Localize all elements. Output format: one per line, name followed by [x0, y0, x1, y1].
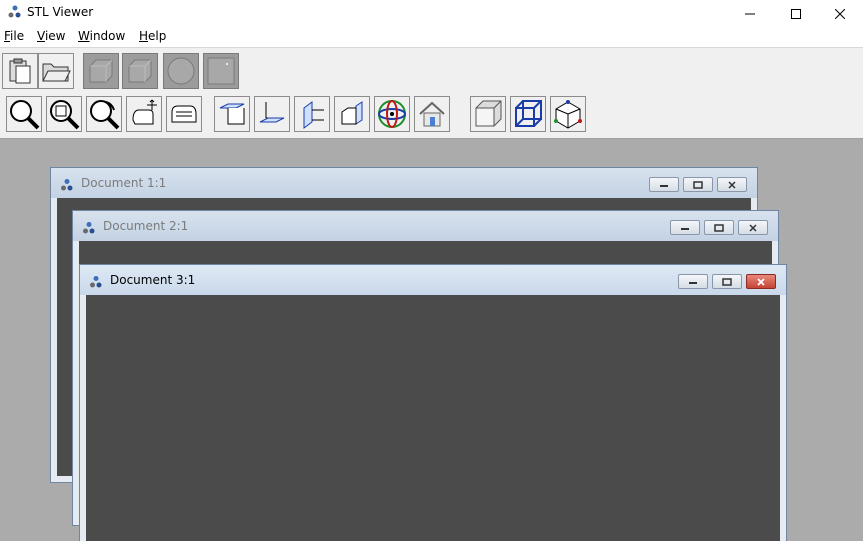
box-button[interactable] — [83, 53, 119, 89]
document-icon — [61, 179, 73, 191]
document-title: Document 1:1 — [81, 176, 167, 190]
menu-view[interactable]: View — [37, 29, 65, 43]
sphere-gray-icon — [167, 57, 195, 85]
pan-icon — [132, 99, 157, 125]
view-right-icon — [341, 101, 363, 125]
sphere-button[interactable] — [163, 53, 199, 89]
axis-button[interactable] — [550, 96, 586, 132]
paste-icon — [9, 58, 31, 84]
zoom-dynamic-button[interactable] — [86, 96, 122, 132]
view-home-button[interactable] — [414, 96, 450, 132]
square-gray-icon — [207, 57, 235, 85]
close-icon — [728, 180, 736, 189]
paste-button[interactable] — [2, 53, 38, 89]
document-icon — [83, 222, 95, 234]
restore-icon — [714, 223, 724, 232]
view-bottom-button[interactable] — [254, 96, 290, 132]
maximize-icon — [791, 8, 801, 19]
document-close-button[interactable] — [738, 220, 768, 235]
box-gray-icon — [89, 59, 113, 83]
minimize-icon — [689, 281, 697, 284]
close-icon — [835, 8, 845, 19]
zoom-icon — [10, 100, 40, 130]
view-left-button[interactable] — [294, 96, 330, 132]
wireframe-cube-icon — [515, 100, 542, 127]
rotate-hand-icon — [171, 105, 197, 123]
cylinder-button[interactable] — [122, 53, 158, 89]
view-orbit-icon — [378, 100, 406, 128]
shaded-button[interactable] — [470, 96, 506, 132]
stl-app-icon — [8, 5, 21, 18]
document-window-titlebar[interactable]: Document 3:1 — [80, 265, 786, 295]
restore-icon — [693, 180, 703, 189]
view-home-icon — [419, 101, 445, 127]
minimize-icon — [745, 13, 755, 14]
document-title: Document 3:1 — [110, 273, 196, 287]
document-close-button[interactable] — [717, 177, 747, 192]
open-folder-icon — [42, 63, 71, 82]
minimize-icon — [660, 184, 668, 187]
document-restore-button[interactable] — [683, 177, 713, 192]
pan-button[interactable] — [126, 96, 162, 132]
shaded-cube-icon — [475, 100, 502, 127]
box-gray-icon — [128, 59, 152, 83]
document-window-titlebar[interactable]: Document 1:1 — [51, 168, 757, 198]
view-bottom-icon — [259, 102, 285, 123]
document-close-button[interactable] — [746, 274, 776, 289]
view-orbit-button[interactable] — [374, 96, 410, 132]
menu-file[interactable]: File — [4, 29, 24, 43]
document-minimize-button[interactable] — [649, 177, 679, 192]
document-minimize-button[interactable] — [678, 274, 708, 289]
zoom-window-button[interactable] — [46, 96, 82, 132]
zoom-button[interactable] — [6, 96, 42, 132]
minimize-button[interactable] — [727, 0, 773, 27]
zoom-window-icon — [50, 100, 80, 130]
zoom-dynamic-icon — [90, 100, 120, 130]
rotate-button[interactable] — [166, 96, 202, 132]
wireframe-button[interactable] — [510, 96, 546, 132]
menu-window[interactable]: Window — [78, 29, 125, 43]
axis-cube-icon — [554, 100, 582, 129]
toolbar-area — [0, 47, 863, 139]
document-viewport[interactable] — [86, 295, 780, 541]
document-window-titlebar[interactable]: Document 2:1 — [73, 211, 778, 241]
minimize-icon — [681, 227, 689, 230]
document-minimize-button[interactable] — [670, 220, 700, 235]
view-right-button[interactable] — [334, 96, 370, 132]
close-button[interactable] — [817, 0, 863, 27]
document-title: Document 2:1 — [103, 219, 189, 233]
maximize-button[interactable] — [773, 0, 819, 27]
menu-bar: File View Window Help — [0, 27, 863, 47]
menu-help[interactable]: Help — [139, 29, 166, 43]
app-titlebar: STL Viewer — [0, 0, 863, 27]
restore-icon — [722, 277, 732, 286]
view-top-button[interactable] — [214, 96, 250, 132]
view-left-icon — [303, 101, 324, 129]
open-button[interactable] — [38, 53, 74, 89]
document-restore-button[interactable] — [712, 274, 742, 289]
document-restore-button[interactable] — [704, 220, 734, 235]
close-icon — [757, 277, 765, 286]
plane-button[interactable] — [203, 53, 239, 89]
document-window-3[interactable]: Document 3:1 — [79, 264, 787, 541]
document-icon — [90, 276, 102, 288]
close-icon — [749, 223, 757, 232]
view-top-icon — [219, 103, 245, 125]
app-title: STL Viewer — [27, 5, 94, 19]
